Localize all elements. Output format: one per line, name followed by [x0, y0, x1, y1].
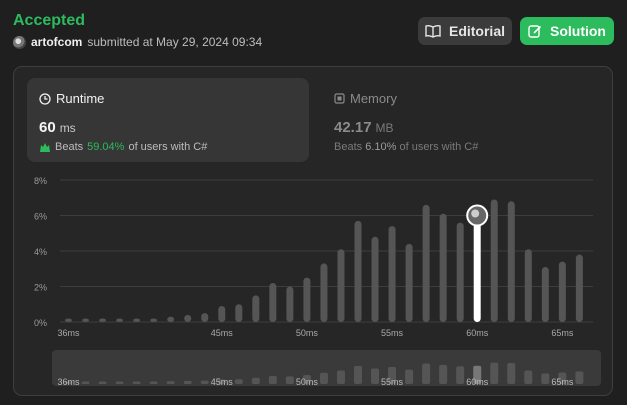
- memory-title-label: Memory: [350, 91, 397, 106]
- memory-number: 42.17: [334, 119, 372, 136]
- memory-beats-suffix: of users with C#: [399, 141, 479, 153]
- memory-beats-pct: 6.10%: [365, 141, 397, 153]
- memory-unit: MB: [375, 121, 394, 135]
- runtime-title: Runtime: [39, 91, 104, 106]
- runtime-beats-pct: 59.04%: [87, 141, 125, 153]
- username[interactable]: artofcom: [31, 35, 82, 49]
- edit-icon: [528, 25, 542, 38]
- memory-value: 42.17 MB: [334, 119, 394, 136]
- beats-icon: [40, 143, 50, 152]
- runtime-value: 60 ms: [39, 119, 76, 136]
- memory-beats: Beats 6.10% of users with C#: [334, 141, 478, 153]
- memory-title[interactable]: Memory: [334, 91, 397, 106]
- editorial-button[interactable]: Editorial: [418, 17, 512, 45]
- chip-icon: [334, 93, 345, 104]
- submitted-text: submitted at May 29, 2024 09:34: [87, 35, 263, 49]
- runtime-title-label: Runtime: [56, 91, 105, 106]
- runtime-card[interactable]: Runtime 60 ms Beats 59.04% of users with …: [27, 78, 309, 162]
- results-panel: Runtime 60 ms Beats 59.04% of users with …: [13, 66, 613, 396]
- avatar[interactable]: [13, 35, 26, 49]
- solution-label: Solution: [550, 23, 606, 39]
- submission-info: artofcom submitted at May 29, 2024 09:34: [13, 35, 262, 49]
- book-icon: [425, 24, 441, 38]
- editorial-label: Editorial: [448, 23, 505, 39]
- runtime-beats: Beats 59.04% of users with C#: [39, 141, 207, 153]
- status-label: Accepted: [13, 12, 86, 29]
- runtime-beats-suffix: of users with C#: [128, 141, 208, 153]
- clock-icon: [39, 92, 51, 105]
- memory-beats-label: Beats: [334, 141, 363, 153]
- runtime-number: 60: [39, 119, 56, 136]
- runtime-beats-label: Beats: [55, 141, 84, 153]
- runtime-unit: ms: [59, 121, 76, 135]
- solution-button[interactable]: Solution: [520, 17, 614, 45]
